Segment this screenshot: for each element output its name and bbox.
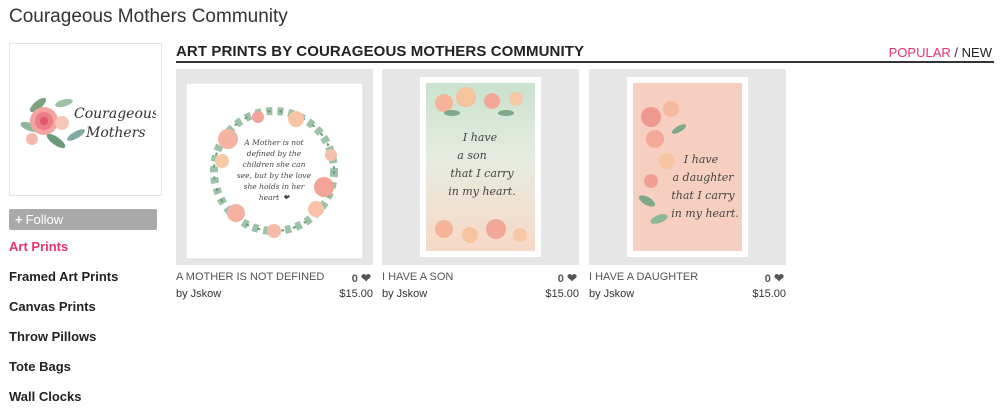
like-count-value: 0: [764, 273, 771, 285]
nav-item-art-prints[interactable]: Art Prints: [9, 232, 157, 262]
like-count[interactable]: 0 ❤: [558, 271, 577, 285]
heart-icon: ❤: [566, 271, 577, 285]
follow-label: Follow: [25, 212, 64, 227]
logo-art: Courageous Mothers: [20, 97, 156, 148]
art-text-line: she holds in her: [244, 182, 305, 191]
product-name[interactable]: I HAVE A DAUGHTER: [589, 271, 698, 283]
heart-icon: ❤: [773, 271, 784, 285]
product-name[interactable]: I HAVE A SON: [382, 271, 453, 283]
product-artist[interactable]: by Jskow: [589, 288, 634, 300]
sort-popular-link[interactable]: POPULAR: [889, 45, 951, 60]
product-art: A Mother is not defined by the children …: [176, 69, 373, 265]
art-text-line: that I carry: [671, 189, 735, 202]
sort-controls: POPULAR / NEW: [889, 45, 992, 60]
nav-item-throw-pillows[interactable]: Throw Pillows: [9, 322, 157, 352]
logo-text-line1: Courageous: [74, 106, 156, 122]
main-content: ART PRINTS BY COURAGEOUS MOTHERS COMMUNI…: [176, 43, 994, 300]
art-text-line: a son: [457, 149, 486, 162]
product-price: $15.00: [339, 288, 373, 300]
art-text-line: heart: [259, 193, 280, 202]
like-count[interactable]: 0 ❤: [352, 271, 371, 285]
product-image[interactable]: A Mother is not defined by the children …: [176, 69, 373, 265]
sort-separator: /: [954, 45, 959, 60]
section-title: ART PRINTS BY COURAGEOUS MOTHERS COMMUNI…: [176, 43, 585, 60]
art-text-line: in my heart.: [671, 207, 739, 220]
art-text-line: see, but by the love: [237, 171, 312, 180]
art-text-line: a daughter: [672, 171, 734, 184]
nav-item-framed-art-prints[interactable]: Framed Art Prints: [9, 262, 157, 292]
product-card[interactable]: I have a son that I carry in my heart. I…: [382, 69, 579, 305]
product-name[interactable]: A MOTHER IS NOT DEFINED: [176, 271, 324, 283]
art-text-line: A Mother is not: [243, 138, 304, 147]
product-price: $15.00: [545, 288, 579, 300]
shop-logo[interactable]: Courageous Mothers: [9, 43, 162, 196]
follow-button[interactable]: + Follow: [9, 209, 157, 230]
product-meta: I HAVE A DAUGHTER 0 ❤ by Jskow $15.00: [589, 265, 786, 305]
product-image[interactable]: I have a daughter that I carry in my hea…: [589, 69, 786, 265]
nav-item-wall-clocks[interactable]: Wall Clocks: [9, 382, 157, 412]
art-text-line: I have: [462, 131, 498, 144]
art-text-line: children she can: [243, 160, 306, 169]
product-artist[interactable]: by Jskow: [176, 288, 221, 300]
logo-text-line2: Mothers: [85, 125, 146, 141]
sort-new-link[interactable]: NEW: [962, 45, 992, 60]
product-type-nav: Art Prints Framed Art Prints Canvas Prin…: [9, 232, 157, 412]
product-meta: A MOTHER IS NOT DEFINED 0 ❤ by Jskow $15…: [176, 265, 373, 305]
plus-icon: +: [15, 212, 23, 227]
sidebar: Courageous Mothers + Follow Art Prints Fr…: [9, 43, 162, 412]
product-card[interactable]: I have a daughter that I carry in my hea…: [589, 69, 786, 305]
art-heart: ❤: [283, 193, 290, 202]
heart-icon: ❤: [360, 271, 371, 285]
nav-item-tote-bags[interactable]: Tote Bags: [9, 352, 157, 382]
section-header: ART PRINTS BY COURAGEOUS MOTHERS COMMUNI…: [176, 43, 994, 63]
product-art: I have a son that I carry in my heart.: [382, 69, 579, 265]
art-text-line: in my heart.: [448, 185, 516, 198]
page-title: Courageous Mothers Community: [9, 6, 288, 27]
like-count-value: 0: [351, 273, 358, 285]
product-card[interactable]: A Mother is not defined by the children …: [176, 69, 373, 305]
like-count-value: 0: [557, 273, 564, 285]
product-artist[interactable]: by Jskow: [382, 288, 427, 300]
art-text-line: defined by the: [247, 149, 302, 158]
product-image[interactable]: I have a son that I carry in my heart.: [382, 69, 579, 265]
nav-item-canvas-prints[interactable]: Canvas Prints: [9, 292, 157, 322]
art-text-line: that I carry: [450, 167, 514, 180]
product-meta: I HAVE A SON 0 ❤ by Jskow $15.00: [382, 265, 579, 305]
art-text-line: I have: [683, 153, 719, 166]
like-count[interactable]: 0 ❤: [765, 271, 784, 285]
product-price: $15.00: [752, 288, 786, 300]
product-art: I have a daughter that I carry in my hea…: [589, 69, 786, 265]
